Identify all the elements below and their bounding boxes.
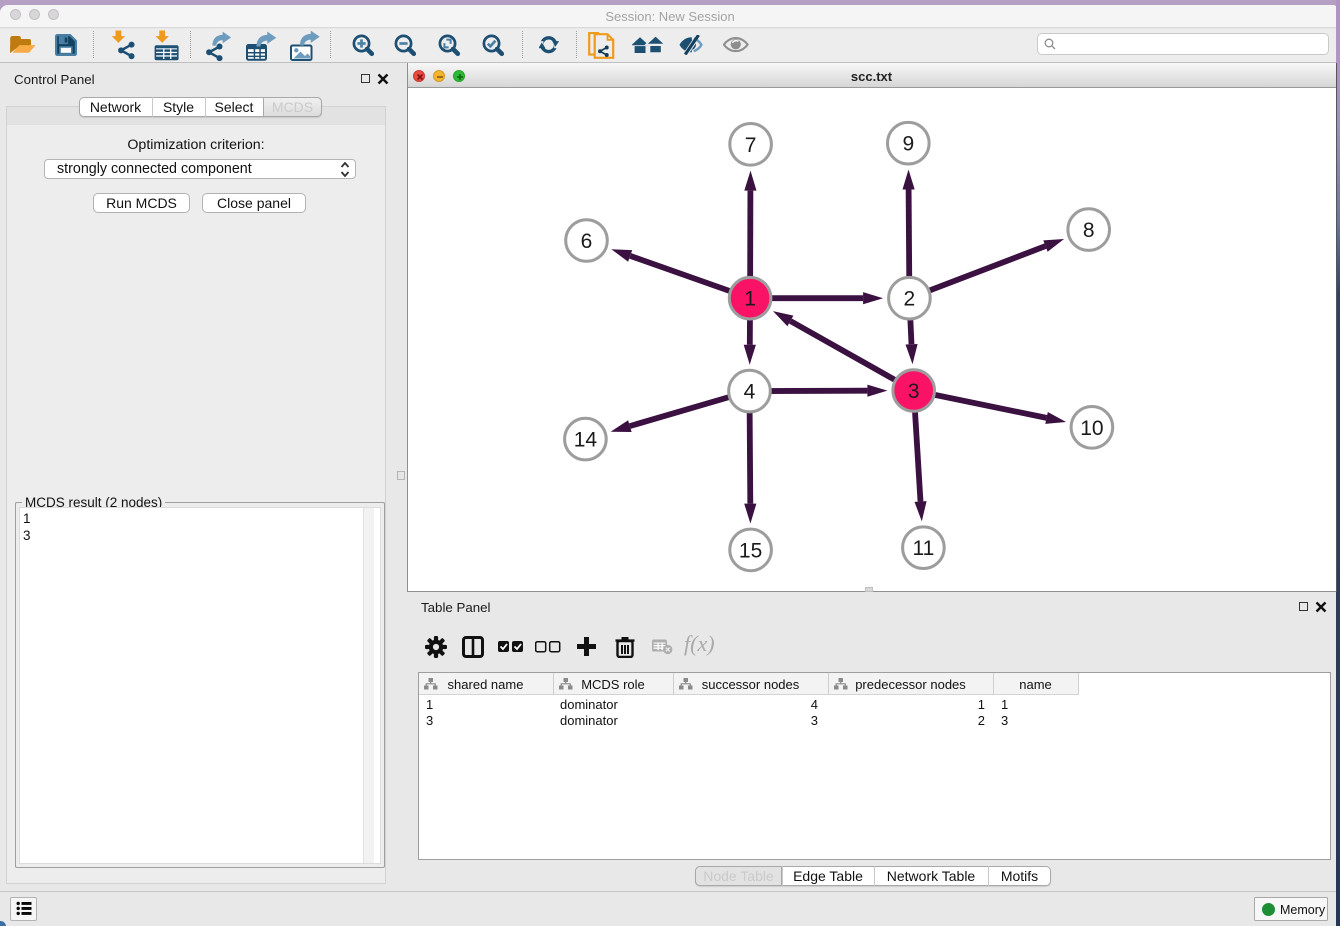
svg-text:10: 10 bbox=[1080, 417, 1103, 440]
svg-text:4: 4 bbox=[744, 381, 756, 404]
svg-text:2: 2 bbox=[904, 288, 916, 311]
svg-text:f(x): f(x) bbox=[684, 635, 715, 656]
svg-text:6: 6 bbox=[581, 230, 593, 253]
svg-text:15: 15 bbox=[739, 539, 762, 562]
svg-text:8: 8 bbox=[1083, 219, 1095, 242]
svg-text:3: 3 bbox=[908, 380, 920, 403]
svg-text:7: 7 bbox=[745, 134, 757, 157]
svg-text:1: 1 bbox=[744, 288, 756, 311]
svg-text:14: 14 bbox=[574, 429, 598, 452]
svg-text:11: 11 bbox=[912, 537, 934, 560]
svg-text:9: 9 bbox=[902, 133, 914, 156]
